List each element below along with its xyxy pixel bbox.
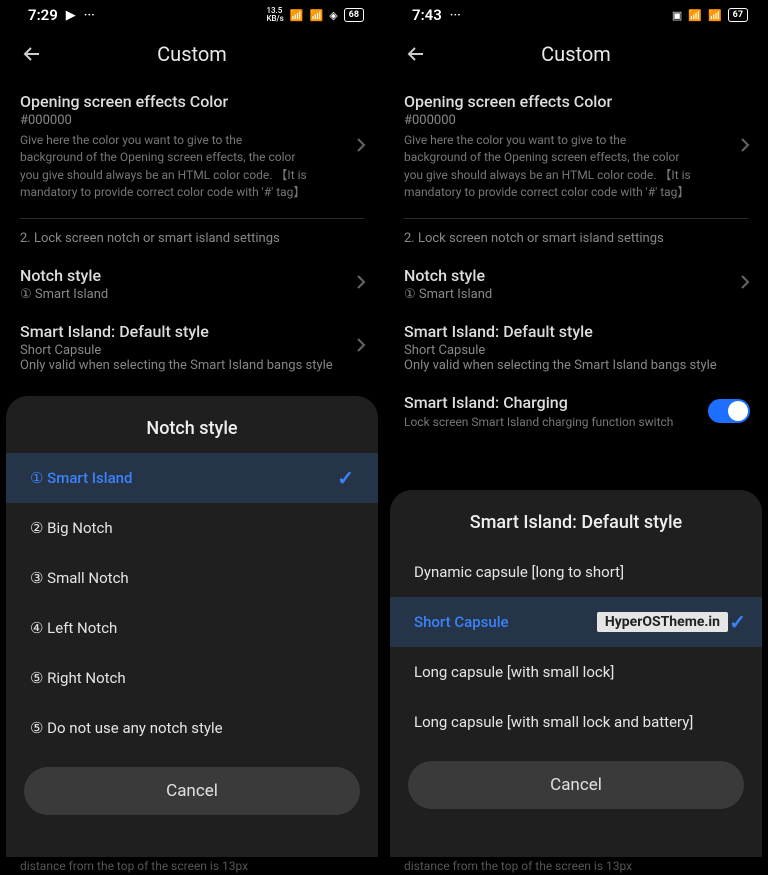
option-label: ⑤ Right Notch (30, 669, 126, 687)
signal-icon: 📶 (310, 9, 324, 22)
charging-toggle[interactable] (708, 399, 750, 423)
status-time: 7:43 (412, 6, 442, 24)
status-time: 7:29 (28, 6, 58, 24)
chevron-right-icon (356, 337, 366, 357)
row-title: Smart Island: Default style (20, 322, 364, 341)
row-title: Smart Island: Charging (404, 393, 748, 412)
more-icon: ··· (450, 8, 461, 23)
watermark-badge: HyperOSTheme.in (597, 612, 728, 632)
charging-row[interactable]: Smart Island: Charging Lock screen Smart… (384, 383, 768, 441)
sheet-option-short-capsule[interactable]: Short Capsule HyperOSTheme.in ✓ (390, 597, 762, 647)
bottom-sheet-notch-style: Notch style ① Smart Island ✓ ② Big Notch… (6, 396, 378, 857)
option-label: ⑤ Do not use any notch style (30, 719, 223, 737)
row-title: Opening screen effects Color (404, 92, 748, 111)
option-label: ③ Small Notch (30, 569, 129, 587)
sheet-option-dynamic-capsule[interactable]: Dynamic capsule [long to short] (390, 547, 762, 597)
option-label: ④ Left Notch (30, 619, 117, 637)
section-label: 2. Lock screen notch or smart island set… (0, 231, 384, 256)
sheet-option-long-capsule-lock-battery[interactable]: Long capsule [with small lock and batter… (390, 697, 762, 747)
sheet-option-big-notch[interactable]: ② Big Notch (6, 503, 378, 553)
vpn-icon: ▣ (672, 9, 682, 22)
header: Custom (384, 30, 768, 82)
row-title: Opening screen effects Color (20, 92, 364, 111)
row-subtitle: #000000 (404, 113, 748, 128)
wifi-icon: ◈ (329, 9, 337, 22)
chevron-right-icon (740, 274, 750, 294)
row-title: Notch style (20, 266, 364, 285)
row-title: Notch style (404, 266, 748, 285)
default-style-row[interactable]: Smart Island: Default style Short Capsul… (384, 312, 768, 383)
left-screenshot: 7:29 ▶ ··· 13.5KB/s 📶 📶 ◈ 68 Custom Open… (0, 0, 384, 875)
sheet-option-right-notch[interactable]: ⑤ Right Notch (6, 653, 378, 703)
signal-icon: 📶 (290, 9, 304, 22)
option-label: Short Capsule (414, 613, 509, 631)
row-description: Lock screen Smart Island charging functi… (404, 414, 748, 431)
page-title: Custom (157, 42, 227, 66)
option-label: Long capsule [with small lock] (414, 663, 614, 681)
section-label: 2. Lock screen notch or smart island set… (384, 231, 768, 256)
row-subtitle: ① Smart Island (20, 287, 364, 302)
row-description: Only valid when selecting the Smart Isla… (20, 358, 364, 373)
notch-style-row[interactable]: Notch style ① Smart Island (384, 256, 768, 312)
divider (20, 218, 364, 219)
opening-color-row[interactable]: Opening screen effects Color #000000 Giv… (0, 82, 384, 212)
sheet-option-smart-island[interactable]: ① Smart Island ✓ (6, 453, 378, 503)
option-label: ② Big Notch (30, 519, 113, 537)
opening-color-row[interactable]: Opening screen effects Color #000000 Giv… (384, 82, 768, 212)
toggle-knob (728, 401, 748, 421)
signal-icon: 📶 (708, 9, 722, 22)
sheet-title: Notch style (6, 396, 378, 453)
sheet-option-small-notch[interactable]: ③ Small Notch (6, 553, 378, 603)
signal-icon: 📶 (688, 9, 702, 22)
bottom-sheet-default-style: Smart Island: Default style Dynamic caps… (390, 490, 762, 857)
battery-icon: 68 (344, 8, 364, 22)
status-bar: 7:43 ··· ▣ 📶 📶 67 (384, 0, 768, 30)
option-label: ① Smart Island (30, 469, 132, 487)
option-label: Dynamic capsule [long to short] (414, 563, 624, 581)
row-description: Give here the color you want to give to … (20, 132, 364, 202)
cancel-button[interactable]: Cancel (408, 761, 744, 809)
youtube-icon: ▶ (66, 8, 76, 23)
back-button[interactable] (16, 38, 48, 70)
more-icon: ··· (84, 8, 95, 23)
row-description: Give here the color you want to give to … (404, 132, 748, 202)
divider (404, 218, 748, 219)
row-subtitle: #000000 (20, 113, 364, 128)
check-icon: ✓ (337, 466, 354, 490)
row-subtitle: ① Smart Island (404, 287, 748, 302)
cancel-button[interactable]: Cancel (24, 767, 360, 815)
row-title: Smart Island: Default style (404, 322, 748, 341)
header: Custom (0, 30, 384, 82)
footer-text: distance from the top of the screen is 1… (404, 859, 748, 873)
sheet-option-left-notch[interactable]: ④ Left Notch (6, 603, 378, 653)
back-button[interactable] (400, 38, 432, 70)
option-label: Long capsule [with small lock and batter… (414, 713, 693, 731)
footer-text: distance from the top of the screen is 1… (20, 859, 364, 873)
chevron-right-icon (356, 274, 366, 294)
chevron-right-icon (740, 137, 750, 157)
sheet-option-no-notch[interactable]: ⑤ Do not use any notch style (6, 703, 378, 753)
notch-style-row[interactable]: Notch style ① Smart Island (0, 256, 384, 312)
page-title: Custom (541, 42, 611, 66)
sheet-title: Smart Island: Default style (390, 490, 762, 547)
chevron-right-icon (356, 137, 366, 157)
check-icon: ✓ (729, 610, 746, 634)
row-description: Only valid when selecting the Smart Isla… (404, 358, 748, 373)
row-subtitle: Short Capsule (404, 343, 748, 358)
sheet-option-long-capsule-lock[interactable]: Long capsule [with small lock] (390, 647, 762, 697)
right-screenshot: 7:43 ··· ▣ 📶 📶 67 Custom Opening screen … (384, 0, 768, 875)
speed-icon: 13.5KB/s (266, 7, 283, 23)
status-bar: 7:29 ▶ ··· 13.5KB/s 📶 📶 ◈ 68 (0, 0, 384, 30)
default-style-row[interactable]: Smart Island: Default style Short Capsul… (0, 312, 384, 383)
battery-icon: 67 (728, 8, 748, 22)
row-subtitle: Short Capsule (20, 343, 364, 358)
